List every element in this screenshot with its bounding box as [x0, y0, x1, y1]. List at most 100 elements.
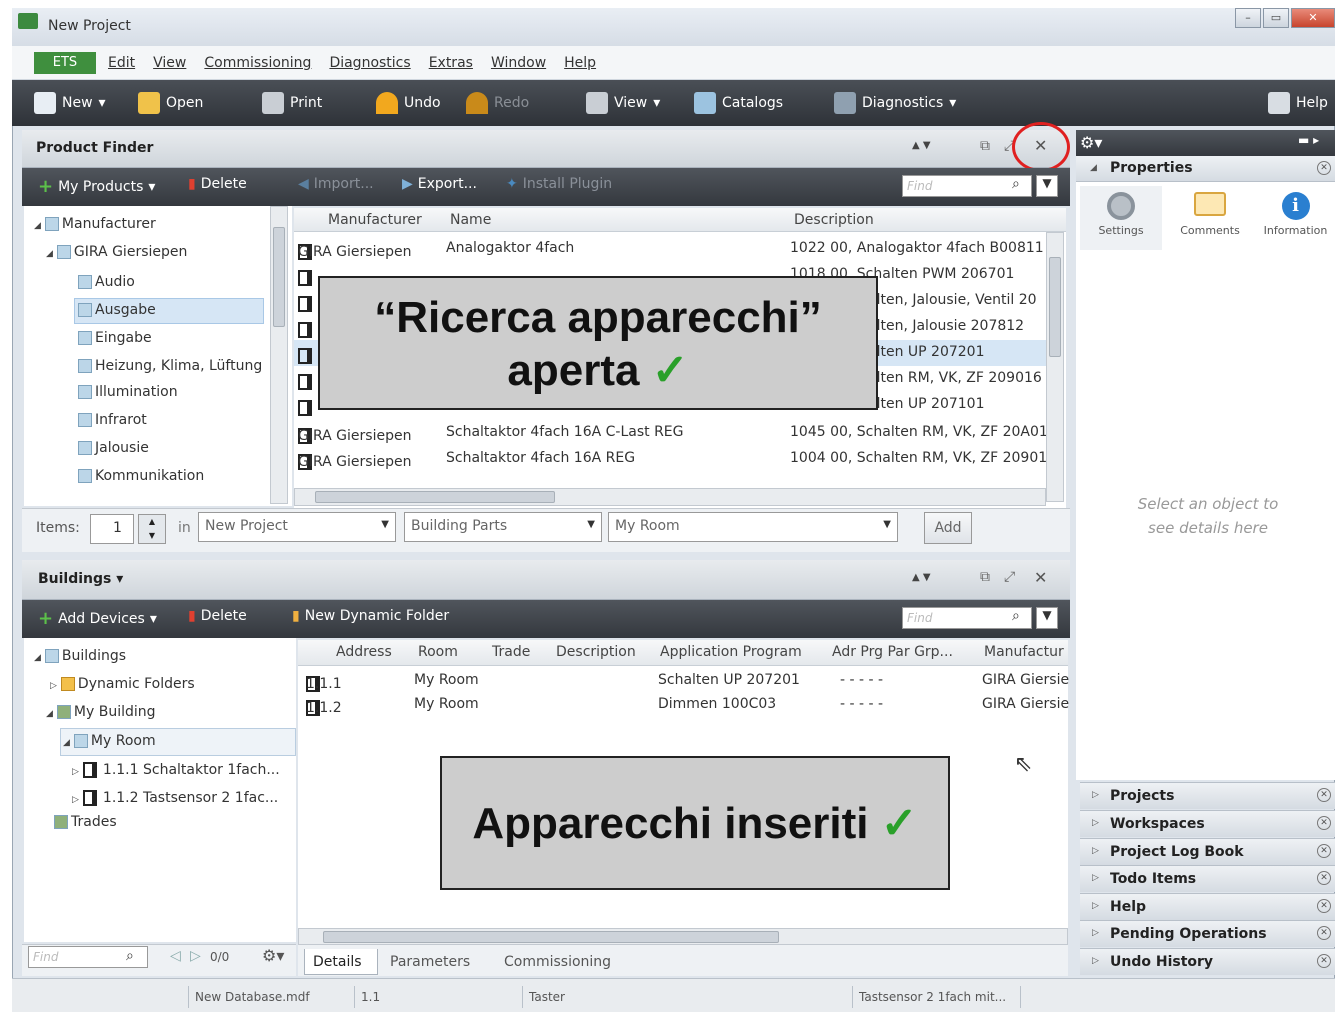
tab-details[interactable]: Details [304, 949, 378, 975]
menu-edit[interactable]: Edit [108, 55, 135, 71]
undo-button[interactable]: Undo [376, 92, 441, 114]
close-section-icon[interactable]: ✕ [1317, 788, 1331, 802]
col-room[interactable]: Room [418, 644, 458, 660]
filter-icon[interactable]: ▼ [1036, 607, 1058, 629]
redo-button[interactable]: Redo [466, 92, 529, 114]
grid-vertical-scrollbar[interactable] [1046, 232, 1064, 502]
close-panel-icon[interactable]: ✕ [1034, 568, 1047, 587]
tree-item-kommunikation[interactable]: Kommunikation [78, 468, 204, 484]
table-row[interactable]: GIRA Giersiepen Analogaktor 4fach 1022 00,… [294, 236, 1066, 262]
col-description[interactable]: Description [794, 212, 874, 228]
tree-item-my-room[interactable]: ◢ My Room [60, 728, 296, 756]
col-trade[interactable]: Trade [492, 644, 530, 660]
maximize-panel-icon[interactable]: ⤢ [1004, 569, 1015, 585]
tree-item-audio[interactable]: Audio [78, 274, 135, 290]
items-count-input[interactable]: 1 [90, 514, 134, 544]
properties-header[interactable]: ◢ Properties ✕ [1076, 156, 1335, 182]
export-button[interactable]: ▶ Export... [402, 176, 477, 192]
table-row[interactable]: 1.1.2 My Room Dimmen 100C03- - - - - GIRA G… [298, 692, 1069, 718]
properties-tab-information[interactable]: i Information [1256, 186, 1335, 250]
col-manufacturer[interactable]: Manufacturer [328, 212, 422, 228]
menu-commissioning[interactable]: Commissioning [204, 55, 311, 71]
search-icon[interactable]: ⌕ [1012, 608, 1020, 624]
tree-item-gira[interactable]: ◢ GIRA Giersiepen [46, 244, 187, 260]
delete-device-button[interactable]: ▮ Delete [188, 608, 247, 624]
scroll-thumb[interactable] [323, 931, 779, 943]
print-button[interactable]: Print [262, 92, 322, 114]
next-result-icon[interactable]: ▷ [190, 948, 201, 964]
table-row[interactable]: GIRA Giersiepen Schaltaktor 4fach 16A C-L… [294, 420, 1066, 446]
prev-result-icon[interactable]: ◁ [170, 948, 181, 964]
catalogs-button[interactable]: Catalogs [694, 92, 783, 114]
settings-gear-icon[interactable]: ⚙▾ [262, 946, 284, 965]
buildings-title[interactable]: Buildings ▾ [38, 571, 123, 587]
tree-item-ausgabe[interactable]: Ausgabe [74, 298, 264, 324]
view-button[interactable]: View ▾ [586, 92, 660, 114]
room-select[interactable]: My Room ▼ [608, 512, 898, 542]
settings-gear-icon[interactable]: ⚙▾ [1080, 133, 1102, 152]
scroll-thumb[interactable] [315, 491, 555, 503]
my-products-button[interactable]: + My Products ▾ [38, 176, 155, 197]
tree-item-device-111[interactable]: ▷ 1.1.1 Schaltaktor 1fach... [72, 762, 280, 778]
install-plugin-button[interactable]: ✦ Install Plugin [506, 176, 612, 192]
maximize-button[interactable]: ▭ [1263, 8, 1289, 28]
scroll-thumb[interactable] [273, 227, 285, 327]
search-icon[interactable]: ⌕ [126, 948, 134, 964]
menu-diagnostics[interactable]: Diagnostics [329, 55, 410, 71]
close-section-icon[interactable]: ✕ [1317, 899, 1331, 913]
section-todo-items[interactable]: ▷ Todo Items ✕ [1080, 865, 1335, 892]
section-project-log-book[interactable]: ▷ Project Log Book ✕ [1080, 838, 1335, 865]
menu-view[interactable]: View [153, 55, 186, 71]
properties-tab-settings[interactable]: Settings [1080, 186, 1162, 250]
help-button[interactable]: Help [1268, 92, 1328, 114]
tree-item-device-112[interactable]: ▷ 1.1.2 Tastsensor 2 1fac... [72, 790, 278, 806]
col-name[interactable]: Name [450, 212, 491, 228]
tree-item-my-building[interactable]: ◢ My Building [46, 704, 156, 720]
building-parts-select[interactable]: Building Parts ▼ [404, 512, 602, 542]
tree-item-jalousie[interactable]: Jalousie [78, 440, 149, 456]
close-section-icon[interactable]: ✕ [1317, 871, 1331, 885]
section-projects[interactable]: ▷ Projects ✕ [1080, 782, 1335, 809]
items-spinner[interactable]: ▲ ▼ [138, 514, 166, 544]
new-dynamic-folder-button[interactable]: ▮ New Dynamic Folder [292, 608, 449, 624]
delete-product-button[interactable]: ▮ Delete [188, 176, 247, 192]
undock-icon[interactable]: ⧉ [980, 138, 990, 154]
menu-help[interactable]: Help [564, 55, 596, 71]
tree-item-eingabe[interactable]: Eingabe [78, 330, 152, 346]
close-section-icon[interactable]: ✕ [1317, 161, 1331, 175]
ets-menu-button[interactable]: ETS [34, 52, 96, 74]
tree-item-dynamic-folders[interactable]: ▷ Dynamic Folders [50, 676, 195, 692]
close-window-button[interactable]: ✕ [1291, 8, 1335, 28]
close-section-icon[interactable]: ✕ [1317, 844, 1331, 858]
undock-icon[interactable]: ⧉ [980, 569, 990, 585]
menu-window[interactable]: Window [491, 55, 546, 71]
col-flags[interactable]: Adr Prg Par Grp... [832, 644, 953, 660]
add-button[interactable]: Add [924, 512, 972, 544]
new-button[interactable]: New ▾ [34, 92, 106, 114]
close-section-icon[interactable]: ✕ [1317, 816, 1331, 830]
section-pending-operations[interactable]: ▷ Pending Operations ✕ [1080, 920, 1335, 947]
col-manufacturer[interactable]: Manufactur [984, 644, 1064, 660]
col-address[interactable]: Address [336, 644, 392, 660]
table-row[interactable]: GIRA Giersiepen Schaltaktor 4fach 16A REG… [294, 446, 1066, 472]
project-select[interactable]: New Project ▼ [198, 512, 396, 542]
section-workspaces[interactable]: ▷ Workspaces ✕ [1080, 810, 1335, 837]
tree-item-illumination[interactable]: Illumination [78, 384, 178, 400]
section-help[interactable]: ▷ Help ✕ [1080, 893, 1335, 920]
tree-scrollbar[interactable] [270, 206, 288, 504]
tab-commissioning[interactable]: Commissioning [504, 954, 611, 970]
pin-icon[interactable]: ▬ ▸ [1298, 133, 1319, 147]
menu-extras[interactable]: Extras [429, 55, 473, 71]
close-section-icon[interactable]: ✕ [1317, 954, 1331, 968]
section-undo-history[interactable]: ▷ Undo History ✕ [1080, 948, 1335, 975]
close-section-icon[interactable]: ✕ [1317, 926, 1331, 940]
col-description[interactable]: Description [556, 644, 636, 660]
import-button[interactable]: ◀ Import... [298, 176, 374, 192]
col-application-program[interactable]: Application Program [660, 644, 802, 660]
tree-item-infrarot[interactable]: Infrarot [78, 412, 147, 428]
grid-horizontal-scrollbar[interactable] [294, 488, 1046, 506]
collapse-arrows-icon[interactable]: ▲ ▼ [912, 140, 931, 151]
tree-item-heizung[interactable]: Heizung, Klima, Lüftung [78, 358, 262, 374]
search-icon[interactable]: ⌕ [1012, 176, 1020, 192]
minimize-button[interactable]: – [1235, 8, 1261, 28]
